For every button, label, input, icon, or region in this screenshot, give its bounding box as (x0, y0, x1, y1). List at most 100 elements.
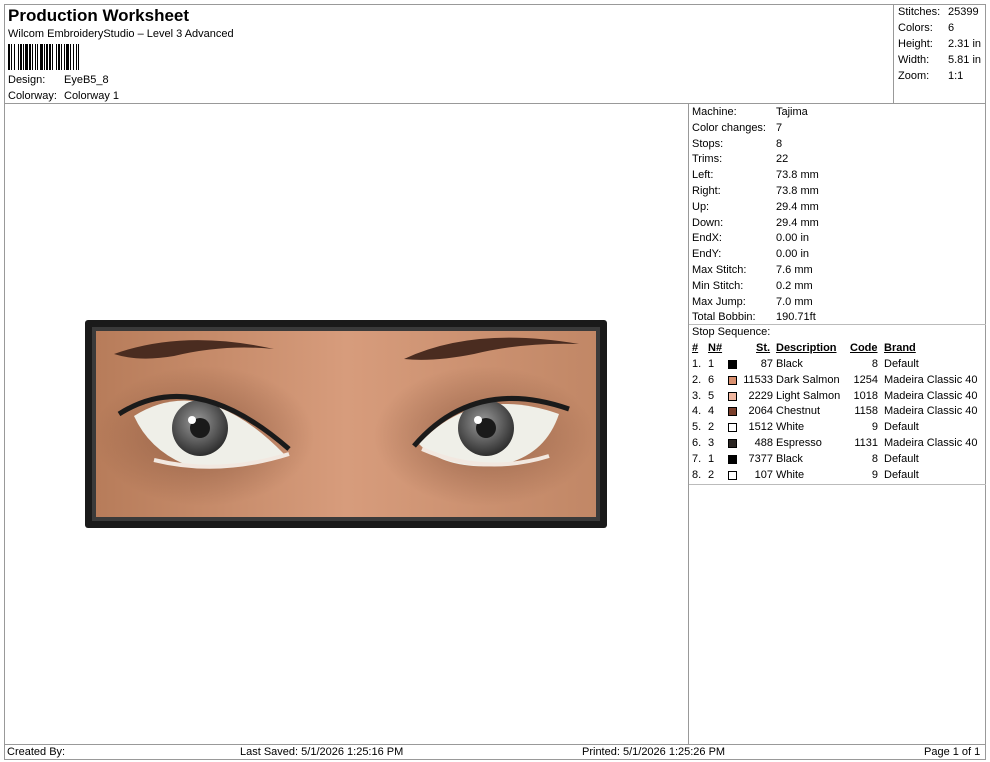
design-stats: Stitches: 25399 Colors: 6 Height: 2.31 in W… (894, 4, 986, 104)
stitch-count: 1512 (748, 421, 773, 434)
design-row: Design: EyeB5_8 (8, 74, 109, 86)
color-swatch (728, 375, 737, 385)
info-value: 190.71ft (776, 311, 816, 324)
info-value: 29.4 mm (776, 200, 819, 213)
last-saved: Last Saved: 5/1/2026 1:25:16 PM (240, 746, 404, 758)
info-value: 7.6 mm (776, 264, 813, 276)
thread-code: 1254 (853, 373, 878, 386)
divider (689, 324, 986, 325)
info-label: Color changes: (692, 121, 766, 134)
thread-brand: Default (884, 421, 919, 434)
info-label: Stops: (692, 137, 724, 150)
design-label: Design: (8, 74, 46, 86)
thread-brand: Madeira Classic 40 (884, 437, 978, 449)
color-swatch (728, 391, 737, 401)
needle-num: 1 (708, 358, 715, 370)
machine-info-row: Right: 73.8 mm (692, 185, 819, 197)
machine-info-row: Total Bobbin: 190.71ft (692, 311, 816, 323)
design-preview-area (4, 104, 688, 744)
needle-num: 4 (708, 405, 715, 418)
info-label: EndY: (692, 248, 722, 261)
machine-info-row: EndY: 0.00 in (692, 248, 809, 260)
thread-description: Chestnut (776, 405, 821, 418)
info-label: Right: (692, 185, 721, 197)
stat-label: Stitches: (898, 6, 941, 18)
info-label: Left: (692, 169, 714, 182)
stop-num: 7. (692, 452, 702, 465)
needle-num: 1 (708, 452, 715, 465)
stitch-count: 7377 (748, 452, 773, 465)
stat-value: 5.81 in (948, 54, 982, 66)
info-value: 73.8 mm (776, 169, 819, 182)
thread-description: White (776, 421, 805, 434)
stop-num: 2. (692, 373, 702, 386)
stitch-count: 488 (754, 437, 773, 449)
info-label: Max Jump: (692, 295, 746, 308)
color-swatch (728, 360, 737, 369)
info-label: Up: (692, 200, 710, 213)
needle-num: 2 (708, 421, 715, 434)
barcode-icon (8, 44, 79, 70)
info-label: Total Bobbin: (692, 311, 756, 324)
stop-num: 8. (692, 468, 702, 481)
stat-label: Width: (898, 54, 930, 66)
thread-code: 8 (871, 358, 878, 370)
color-swatch (728, 439, 737, 448)
stitch-count: 107 (754, 468, 773, 481)
machine-info-row: Min Stitch: 0.2 mm (692, 280, 813, 292)
info-label: Trims: (692, 153, 723, 166)
thread-brand: Madeira Classic 40 (884, 405, 978, 418)
col-st: St. (756, 342, 771, 354)
col-nnum: N# (708, 342, 723, 354)
stitch-count: 87 (760, 358, 773, 370)
stop-num: 3. (692, 389, 702, 402)
stat-width: Width: 5.81 in (898, 54, 981, 66)
stat-label: Colors: (898, 22, 933, 34)
machine-info-row: Up: 29.4 mm (692, 201, 819, 213)
colorway-row: Colorway: Colorway 1 (8, 90, 119, 102)
color-swatch (728, 407, 737, 417)
info-value: 0.00 in (776, 232, 810, 245)
thread-brand: Default (884, 468, 919, 481)
machine-info-row: EndX: 0.00 in (692, 232, 809, 244)
worksheet-footer: Created By: Last Saved: 5/1/2026 1:25:16… (4, 744, 986, 760)
thread-code: 1131 (854, 437, 878, 449)
needle-num: 3 (708, 437, 715, 449)
info-label: EndX: (692, 232, 722, 245)
col-brand: Brand (884, 342, 916, 354)
machine-info-row: Trims: 22 (692, 153, 788, 165)
stat-value: 1:1 (948, 70, 964, 82)
thread-brand: Default (884, 358, 919, 370)
info-label: Down: (692, 216, 724, 229)
stat-value: 25399 (948, 6, 979, 18)
thread-description: Dark Salmon (776, 373, 840, 386)
stat-value: 2.31 in (948, 38, 982, 50)
thread-code: 1158 (854, 405, 878, 418)
color-swatch (728, 470, 737, 480)
color-swatch (728, 454, 737, 464)
stop-num: 6. (692, 437, 702, 449)
machine-info-row: Machine: Tajima (692, 106, 808, 118)
col-code: Code (850, 342, 878, 354)
thread-description: Black (776, 358, 803, 370)
stat-stitches: Stitches: 25399 (898, 6, 979, 18)
needle-num: 5 (708, 389, 715, 402)
machine-info-row: Color changes: 7 (692, 122, 782, 134)
thread-description: Black (776, 452, 803, 465)
info-label: Min Stitch: (692, 279, 744, 292)
thread-description: Espresso (776, 437, 822, 449)
machine-info-row: Stops: 8 (692, 138, 782, 150)
colorway-label: Colorway: (8, 90, 57, 102)
embroidery-design-preview (85, 320, 607, 528)
info-value: 0.00 in (776, 248, 810, 261)
stop-num: 1. (692, 358, 702, 370)
design-value: EyeB5_8 (64, 74, 109, 86)
thread-description: Light Salmon (776, 389, 841, 402)
machine-info-panel: Machine: Tajima Color changes: 7 Stops: 8 Trim… (688, 104, 986, 744)
info-value: 7.0 mm (776, 295, 813, 308)
printed-date: Printed: 5/1/2026 1:25:26 PM (582, 746, 726, 758)
info-value: Tajima (776, 106, 808, 118)
page-title: Production Worksheet (8, 6, 190, 25)
info-label: Max Stitch: (692, 264, 747, 276)
divider (689, 484, 986, 485)
